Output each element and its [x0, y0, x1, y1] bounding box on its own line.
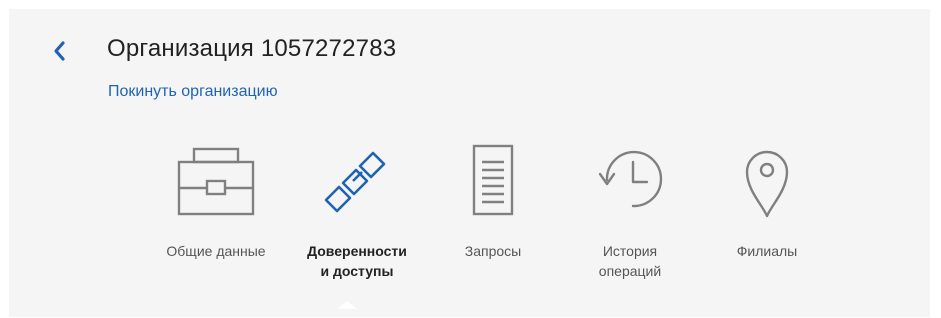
briefcase-icon: [171, 140, 261, 222]
page-title: Организация 1057272783: [107, 35, 397, 62]
tab-operation-history[interactable]: История операций: [560, 140, 700, 281]
active-tab-indicator: [337, 301, 357, 309]
tab-branches[interactable]: Филиалы: [697, 140, 837, 261]
tab-requests[interactable]: Запросы: [423, 140, 563, 261]
history-clock-icon: [585, 140, 675, 222]
chain-link-icon: [312, 140, 402, 222]
chevron-left-icon: [54, 41, 65, 61]
document-lines-icon: [448, 140, 538, 222]
tab-general-data[interactable]: Общие данные: [146, 140, 286, 261]
tab-label: Запросы: [464, 243, 522, 259]
map-pin-icon: [722, 140, 812, 222]
tab-label: Доверенности и доступы: [307, 243, 407, 279]
tab-label: История операций: [598, 243, 662, 279]
tab-label: Общие данные: [166, 243, 266, 259]
tab-powers-of-attorney[interactable]: Доверенности и доступы: [287, 140, 427, 281]
tab-label: Филиалы: [736, 243, 798, 259]
back-button[interactable]: [44, 36, 74, 66]
leave-organization-link[interactable]: Покинуть организацию: [108, 82, 278, 102]
